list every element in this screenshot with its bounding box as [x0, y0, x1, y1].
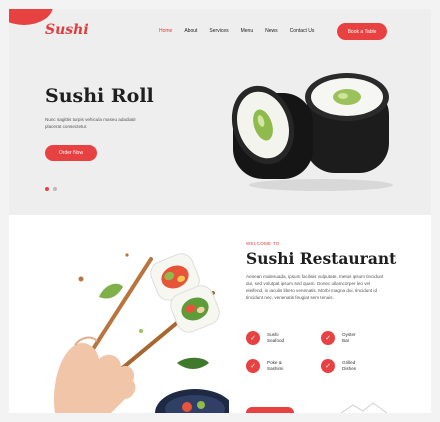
hero-title: Sushi Roll: [45, 85, 154, 107]
feature-item: ✓ Oyster Bar: [321, 331, 396, 345]
nav-item-about[interactable]: About: [184, 28, 197, 34]
nav-item-home[interactable]: Home: [159, 28, 172, 34]
feature-label: Grilled Dishes: [342, 360, 357, 371]
book-table-button[interactable]: Book a Table: [337, 23, 387, 40]
sushi-roll-image: [231, 73, 393, 191]
about-description: Aenean malesuada, ipsum facilisis vulput…: [246, 274, 384, 300]
feature-item: ✓ Grilled Dishes: [321, 359, 396, 373]
front-roll: [231, 85, 313, 179]
check-icon: ✓: [321, 331, 335, 345]
back-roll: [305, 73, 389, 173]
feature-label: Oyster Bar: [342, 332, 356, 343]
slider-dot-1[interactable]: [45, 187, 49, 191]
main-nav: Home About Services Menu News Contact Us: [159, 28, 326, 34]
feature-list: ✓ Sushi Seafood ✓ Oyster Bar ✓ Poke & Sashi…: [246, 331, 396, 373]
slider-dots: [45, 187, 57, 191]
nav-item-menu[interactable]: Menu: [241, 28, 254, 34]
decorative-sketch: [340, 402, 388, 413]
about-title: Sushi Restaurant: [246, 249, 397, 268]
nav-item-contact[interactable]: Contact Us: [290, 28, 315, 34]
logo[interactable]: Sushi: [45, 22, 89, 38]
section-eyebrow: WELCOME TO: [246, 241, 280, 246]
feature-label: Sushi Seafood: [267, 332, 285, 343]
feature-item: ✓ Sushi Seafood: [246, 331, 321, 345]
feature-label: Poke & Sashimi: [267, 360, 284, 371]
hero-section: Sushi Home About Services Menu News Cont…: [9, 9, 431, 215]
check-icon: ✓: [246, 331, 260, 345]
nav-item-news[interactable]: News: [265, 28, 278, 34]
page-frame: Sushi Home About Services Menu News Cont…: [9, 9, 431, 413]
hero-description: Nunc sagittis turpis vehicula maseu adad…: [45, 117, 136, 129]
chopsticks-sushi-image: [53, 253, 229, 413]
feature-item: ✓ Poke & Sashimi: [246, 359, 321, 373]
check-icon: ✓: [246, 359, 260, 373]
nav-item-services[interactable]: Services: [209, 28, 228, 34]
slider-dot-2[interactable]: [53, 187, 57, 191]
check-icon: ✓: [321, 359, 335, 373]
order-now-button[interactable]: Order Now: [45, 145, 97, 161]
read-more-button[interactable]: [246, 407, 294, 413]
